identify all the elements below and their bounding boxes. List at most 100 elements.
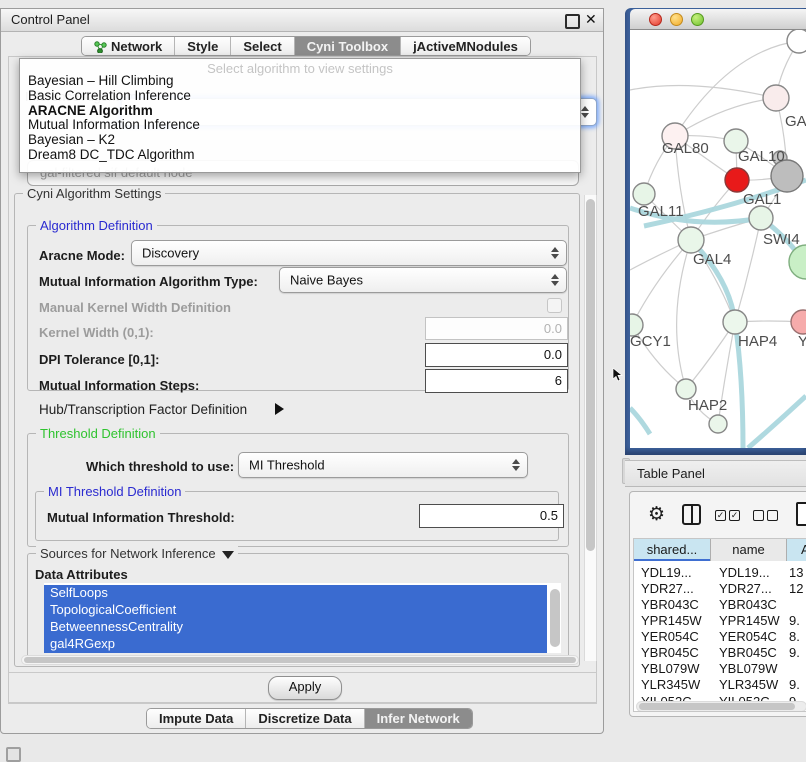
table-cell[interactable]: 9. (789, 645, 800, 660)
table-horizontal-scrollbar[interactable] (636, 701, 806, 712)
tab-network[interactable]: Network (82, 37, 175, 55)
combo-arrows-icon (551, 274, 559, 286)
zoom-traffic-light-icon[interactable] (691, 13, 704, 26)
table-cell[interactable]: YDL19... (641, 565, 692, 580)
table-cell[interactable]: YBR043C (719, 597, 777, 612)
list-item-topologicalcoefficient[interactable]: TopologicalCoefficient (44, 602, 547, 619)
tab-style[interactable]: Style (175, 37, 231, 55)
column-header-shared-name[interactable]: shared... (634, 539, 711, 561)
which-threshold-combobox[interactable]: MI Threshold (238, 452, 528, 478)
which-threshold-label: Which threshold to use: (86, 459, 234, 474)
table-cell[interactable]: YDR27... (719, 581, 772, 596)
tab-jactivemnodules[interactable]: jActiveMNodules (401, 37, 530, 55)
tab-cyni-toolbox[interactable]: Cyni Toolbox (295, 37, 401, 55)
column-header-partial[interactable]: A (787, 539, 806, 561)
table-cell[interactable]: YPR145W (641, 613, 702, 628)
horizontal-scrollbar-thumb[interactable] (24, 657, 576, 663)
popup-item-bayesian-hill-climbing[interactable]: Bayesian – Hill Climbing (28, 73, 174, 88)
apply-button[interactable]: Apply (268, 676, 342, 700)
table-settings-gear-icon[interactable]: ⚙ (648, 505, 665, 524)
table-cell[interactable]: YBL079W (641, 661, 700, 676)
control-panel-titlebar: Control Panel ✕ (1, 9, 603, 32)
node-label: GAL1 (743, 191, 781, 208)
new-table-icon[interactable] (796, 502, 806, 526)
minimize-traffic-light-icon[interactable] (670, 13, 683, 26)
mi-steps-label: Mutual Information Steps: (39, 378, 199, 393)
mi-algorithm-type-combobox[interactable]: Naive Bayes (279, 267, 567, 293)
table-cell[interactable]: YLR345W (641, 677, 700, 692)
table-cell[interactable]: 9. (789, 677, 800, 692)
checkbox-unchecked-icon[interactable] (767, 510, 778, 521)
table-cell[interactable]: 8. (789, 629, 800, 644)
close-icon[interactable]: ✕ (585, 11, 597, 28)
table-cell[interactable]: 13 (789, 565, 803, 580)
tab-select[interactable]: Select (231, 37, 294, 55)
node-large-green[interactable] (789, 245, 806, 279)
popup-item-basic-correlation[interactable]: Basic Correlation Inference (28, 88, 191, 103)
dpi-tolerance-field[interactable]: 0.0 (425, 343, 568, 367)
tab-network-label: Network (111, 39, 162, 54)
node-unlabeled-top[interactable] (787, 30, 806, 53)
table-cell[interactable]: YER054C (719, 629, 777, 644)
table-cell[interactable]: YBR043C (641, 597, 699, 612)
collapse-arrow-icon[interactable] (222, 551, 234, 559)
dpi-tolerance-label: DPI Tolerance [0,1]: (39, 352, 159, 367)
node-swi4[interactable] (749, 206, 773, 230)
checkbox-checked-icon[interactable]: ✓ (729, 510, 740, 521)
table-cell[interactable]: YBR045C (641, 645, 699, 660)
table-cell[interactable]: 9. (789, 613, 800, 628)
node-label: GAL (785, 113, 806, 130)
table-horizontal-scrollbar-thumb[interactable] (639, 703, 795, 710)
control-panel: Control Panel ✕ Network Style Select Cyn… (0, 8, 604, 734)
column-header-name[interactable]: name (711, 539, 787, 561)
popup-item-mutual-information[interactable]: Mutual Information Inference (28, 117, 200, 132)
table-cell[interactable]: YBL079W (719, 661, 778, 676)
node-bottom-small[interactable] (709, 415, 727, 433)
vertical-scrollbar-thumb[interactable] (586, 199, 595, 551)
checkbox-unchecked-icon[interactable] (753, 510, 764, 521)
close-traffic-light-icon[interactable] (649, 13, 662, 26)
node-label: GAL10 (738, 148, 785, 165)
node-hap4[interactable] (723, 310, 747, 334)
horizontal-scrollbar[interactable] (21, 655, 579, 665)
node-gal11[interactable] (633, 183, 655, 205)
float-window-icon[interactable] (565, 14, 580, 29)
tab-infer-network[interactable]: Infer Network (365, 709, 472, 728)
list-item-betweennesscentrality[interactable]: BetweennessCentrality (44, 619, 547, 636)
mi-threshold-field[interactable]: 0.5 (419, 504, 564, 528)
list-scrollbar-thumb[interactable] (550, 589, 560, 647)
table-cell[interactable]: YPR145W (719, 613, 780, 628)
hub-expand-arrow-icon[interactable] (275, 403, 284, 415)
cytopanel-tabs: Network Style Select Cyni Toolbox jActiv… (81, 36, 531, 56)
list-item-selfloops[interactable]: SelfLoops (44, 585, 547, 602)
node-table: shared... name A YDL19... YDL19... 13 YD… (633, 538, 806, 712)
vertical-scrollbar[interactable] (584, 195, 597, 661)
table-cell[interactable]: 12 (789, 581, 803, 596)
table-cell[interactable]: YLR345W (719, 677, 778, 692)
node-pink-y[interactable] (791, 310, 806, 334)
aracne-mode-combobox[interactable]: Discovery (131, 240, 567, 266)
table-cell[interactable]: YDL19... (719, 565, 770, 580)
collapsed-panel-icon[interactable] (6, 747, 21, 762)
mi-steps-field[interactable]: 6 (425, 369, 568, 393)
mi-threshold-label: Mutual Information Threshold: (47, 510, 235, 525)
list-item-gal4rgexp[interactable]: gal4RGexp (44, 636, 547, 653)
data-attributes-label: Data Attributes (35, 567, 128, 582)
popup-item-bayesian-k2[interactable]: Bayesian – K2 (28, 132, 115, 147)
node-gal1[interactable] (725, 168, 749, 192)
table-cell[interactable]: YBR045C (719, 645, 777, 660)
network-window-titlebar[interactable] (630, 9, 806, 30)
popup-item-aracne[interactable]: ARACNE Algorithm (28, 103, 153, 118)
algorithm-dropdown-popup: Select algorithm to view settings Bayesi… (19, 58, 581, 173)
node-gal-partial[interactable] (763, 85, 789, 111)
split-view-icon[interactable] (682, 504, 701, 525)
table-cell[interactable]: YER054C (641, 629, 699, 644)
tab-discretize-data[interactable]: Discretize Data (246, 709, 364, 728)
popup-item-dream8[interactable]: Dream8 DC_TDC Algorithm (28, 147, 195, 162)
tab-impute-data[interactable]: Impute Data (147, 709, 246, 728)
node-gal4[interactable] (678, 227, 704, 253)
checkbox-checked-icon[interactable]: ✓ (715, 510, 726, 521)
node-hap2[interactable] (676, 379, 696, 399)
table-cell[interactable]: YDR27... (641, 581, 694, 596)
network-canvas[interactable]: GAL GAL80 GAL10 GAL1 GAL11 SWI4 GAL4 GCY… (630, 30, 806, 448)
